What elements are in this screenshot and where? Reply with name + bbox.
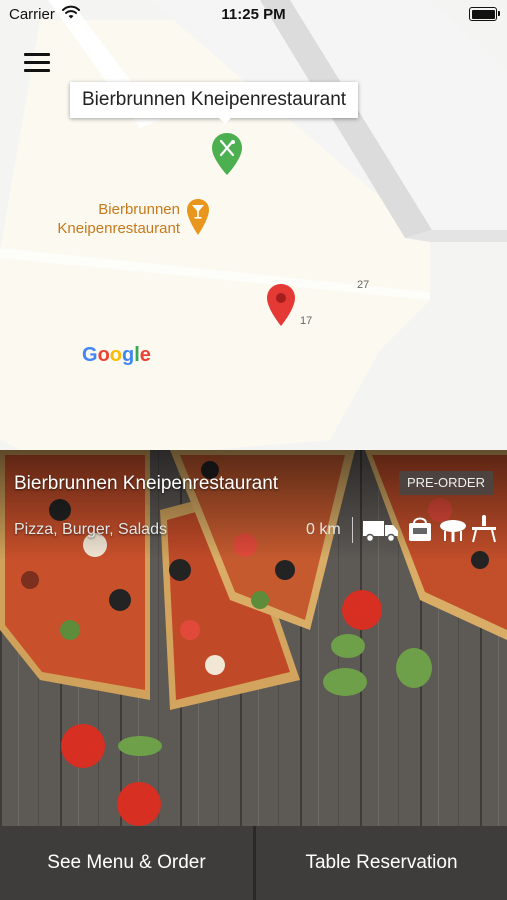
distance-label: 0 km xyxy=(306,521,341,538)
restaurant-card[interactable] xyxy=(0,450,507,826)
house-number-label: 27 xyxy=(357,279,370,291)
poi-label-line1: Bierbrunnen xyxy=(98,201,180,218)
status-time: 11:25 PM xyxy=(221,6,286,23)
poi-label-line2: Kneipenrestaurant xyxy=(57,220,180,237)
takeaway-bag-icon xyxy=(409,517,431,541)
bottom-action-bar: See Menu & Order Table Reservation xyxy=(0,826,507,900)
callout-title: Bierbrunnen Kneipenrestaurant xyxy=(82,89,347,110)
table-reservation-icon xyxy=(472,515,496,543)
cuisine-list: Pizza, Burger, Salads xyxy=(14,521,167,538)
info-divider xyxy=(352,517,353,543)
hamburger-menu-icon[interactable] xyxy=(22,50,52,76)
delivery-truck-icon xyxy=(363,521,398,543)
restaurant-name: Bierbrunnen Kneipenrestaurant xyxy=(14,473,279,494)
see-menu-order-button[interactable]: See Menu & Order xyxy=(0,826,253,900)
house-number-label: 17 xyxy=(300,315,313,327)
map-callout: Bierbrunnen Kneipenrestaurant xyxy=(70,82,359,118)
map-view[interactable]: Bierbrunnen Kneipenrestaurant Bierbrunne… xyxy=(0,0,507,455)
google-logo: Google xyxy=(82,344,151,366)
callout-pointer xyxy=(218,117,232,124)
table-reservation-button[interactable]: Table Reservation xyxy=(256,826,507,900)
dine-in-table-icon xyxy=(440,520,466,542)
bar-poi-pin-icon[interactable] xyxy=(186,198,210,236)
preorder-badge[interactable]: PRE-ORDER xyxy=(399,471,493,495)
selected-restaurant-pin-icon[interactable] xyxy=(211,132,243,176)
location-pin-icon[interactable] xyxy=(266,283,296,327)
poi-label[interactable]: Bierbrunnen Kneipenrestaurant xyxy=(30,200,180,238)
battery-icon xyxy=(469,7,500,21)
status-bar: Carrier 11:25 PM xyxy=(0,0,507,30)
